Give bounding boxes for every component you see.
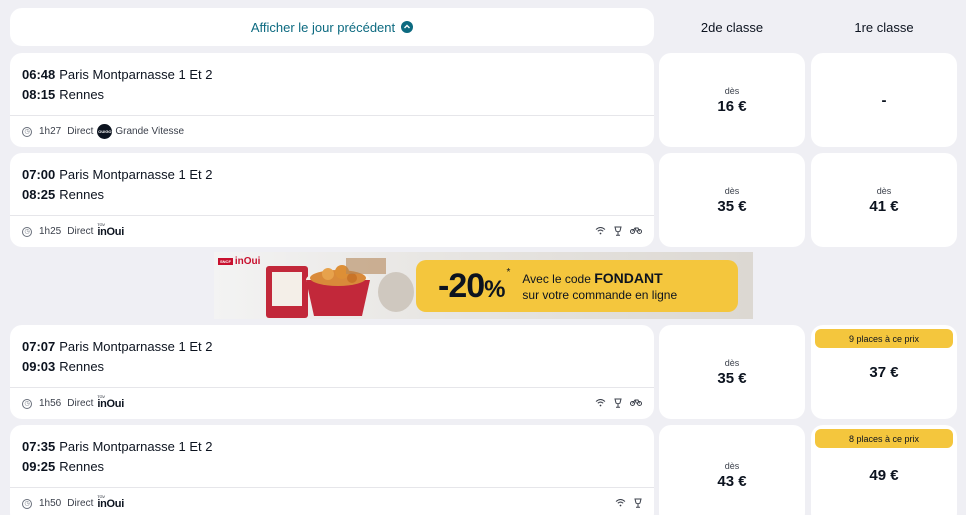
journey-type: Direct xyxy=(67,126,94,137)
price-amount: 35 € xyxy=(717,369,747,387)
price-from-label: dès xyxy=(724,460,740,471)
journey-type: Direct xyxy=(67,398,94,409)
price-from-label: dès xyxy=(876,185,892,196)
first-class-header: 1re classe xyxy=(854,20,914,35)
first-class-price-button[interactable]: dès 41 € xyxy=(811,153,957,247)
ouigo-logo-icon: OUIGO xyxy=(97,124,113,139)
journey-card[interactable]: 07:35 Paris Montparnasse 1 Et 2 09:25 Renn… xyxy=(10,425,654,515)
departure-time: 07:35 xyxy=(22,439,56,454)
inoui-logo-icon: TGV inOui xyxy=(97,493,124,510)
arrival-station: Rennes xyxy=(59,87,105,102)
price-from-label: dès xyxy=(724,185,740,196)
journey-card[interactable]: 06:48 Paris Montparnasse 1 Et 2 08:15 Renn… xyxy=(10,53,654,147)
bar-icon xyxy=(614,226,622,238)
second-class-price-button[interactable]: dès 35 € xyxy=(659,153,805,247)
show-previous-day-button[interactable]: Afficher le jour précédent xyxy=(10,8,654,46)
second-class-header: 2de classe xyxy=(700,20,764,35)
wifi-icon xyxy=(595,226,606,238)
bike-icon xyxy=(630,398,642,410)
price-unavailable: - xyxy=(881,91,887,109)
bike-icon xyxy=(630,226,642,238)
promo-code: FONDANT xyxy=(594,269,663,286)
departure-time: 07:07 xyxy=(22,339,56,354)
brand: OUIGO Grande Vitesse xyxy=(97,124,184,139)
price-from-label: dès xyxy=(724,357,740,368)
clock-icon: ◷ xyxy=(22,226,32,237)
chevron-up-icon xyxy=(401,21,414,33)
duration: 1h50 xyxy=(39,498,62,509)
discount-value: -20% xyxy=(438,266,506,305)
amenities xyxy=(595,226,642,238)
price-amount: 41 € xyxy=(869,197,899,215)
departure-station: Paris Montparnasse 1 Et 2 xyxy=(59,167,213,182)
departure-station: Paris Montparnasse 1 Et 2 xyxy=(59,67,213,82)
second-class-price-button[interactable]: dès 43 € xyxy=(659,425,805,515)
second-class-price-button[interactable]: dès 35 € xyxy=(659,325,805,419)
inoui-logo-icon: TGV inOui xyxy=(97,221,124,238)
arrival-station: Rennes xyxy=(59,187,105,202)
first-class-price-button: - xyxy=(811,53,957,147)
departure-station: Paris Montparnasse 1 Et 2 xyxy=(59,439,213,454)
first-class-price-button[interactable]: 8 places à ce prix 49 € xyxy=(811,425,957,515)
inoui-logo-icon: TGV inOui xyxy=(97,393,124,410)
wifi-icon xyxy=(615,498,626,510)
arrival-time: 08:25 xyxy=(22,187,56,202)
price-amount: 37 € xyxy=(869,363,899,381)
departure-time: 07:00 xyxy=(22,167,56,182)
dessert-image xyxy=(266,258,414,318)
departure-time: 06:48 xyxy=(22,67,56,82)
second-class-price-button[interactable]: dès 16 € xyxy=(659,53,805,147)
price-amount: 16 € xyxy=(717,97,747,115)
seats-left-badge: 8 places à ce prix xyxy=(815,429,953,448)
price-amount: 35 € xyxy=(717,197,747,215)
clock-icon: ◷ xyxy=(22,398,32,409)
first-class-price-button[interactable]: 9 places à ce prix 37 € xyxy=(811,325,957,419)
wifi-icon xyxy=(595,398,606,410)
journey-card[interactable]: 07:07 Paris Montparnasse 1 Et 2 09:03 Renn… xyxy=(10,325,654,419)
price-from-label: dès xyxy=(724,85,740,96)
bar-icon xyxy=(614,398,622,410)
duration: 1h27 xyxy=(39,126,62,137)
arrival-time: 09:25 xyxy=(22,459,56,474)
bar-icon xyxy=(634,498,642,510)
promo-text: Avec le code FONDANT sur votre commande … xyxy=(522,269,678,302)
journey-card[interactable]: 07:00 Paris Montparnasse 1 Et 2 08:25 Renn… xyxy=(10,153,654,247)
amenities xyxy=(595,398,642,410)
seats-left-badge: 9 places à ce prix xyxy=(815,329,953,348)
arrival-time: 08:15 xyxy=(22,87,56,102)
journey-type: Direct xyxy=(67,498,94,509)
price-amount: 49 € xyxy=(869,466,899,484)
arrival-station: Rennes xyxy=(59,459,105,474)
clock-icon: ◷ xyxy=(22,498,32,509)
asterisk: * xyxy=(506,266,511,278)
departure-station: Paris Montparnasse 1 Et 2 xyxy=(59,339,213,354)
duration: 1h56 xyxy=(39,398,62,409)
amenities xyxy=(615,498,642,510)
clock-icon: ◷ xyxy=(22,126,32,137)
brand-name: Grande Vitesse xyxy=(115,126,185,137)
journey-type: Direct xyxy=(67,226,94,237)
promo-offer-box: -20% * Avec le code FONDANT sur votre co… xyxy=(416,260,738,312)
arrival-time: 09:03 xyxy=(22,359,56,374)
price-amount: 43 € xyxy=(717,472,747,490)
arrival-station: Rennes xyxy=(59,359,105,374)
inoui-brand-logo: SNCF inOui xyxy=(218,256,261,267)
duration: 1h25 xyxy=(39,226,62,237)
promo-banner[interactable]: SNCF inOui -20% * Avec le code FONDANT su… xyxy=(214,252,753,319)
show-previous-day-label: Afficher le jour précédent xyxy=(250,19,396,35)
